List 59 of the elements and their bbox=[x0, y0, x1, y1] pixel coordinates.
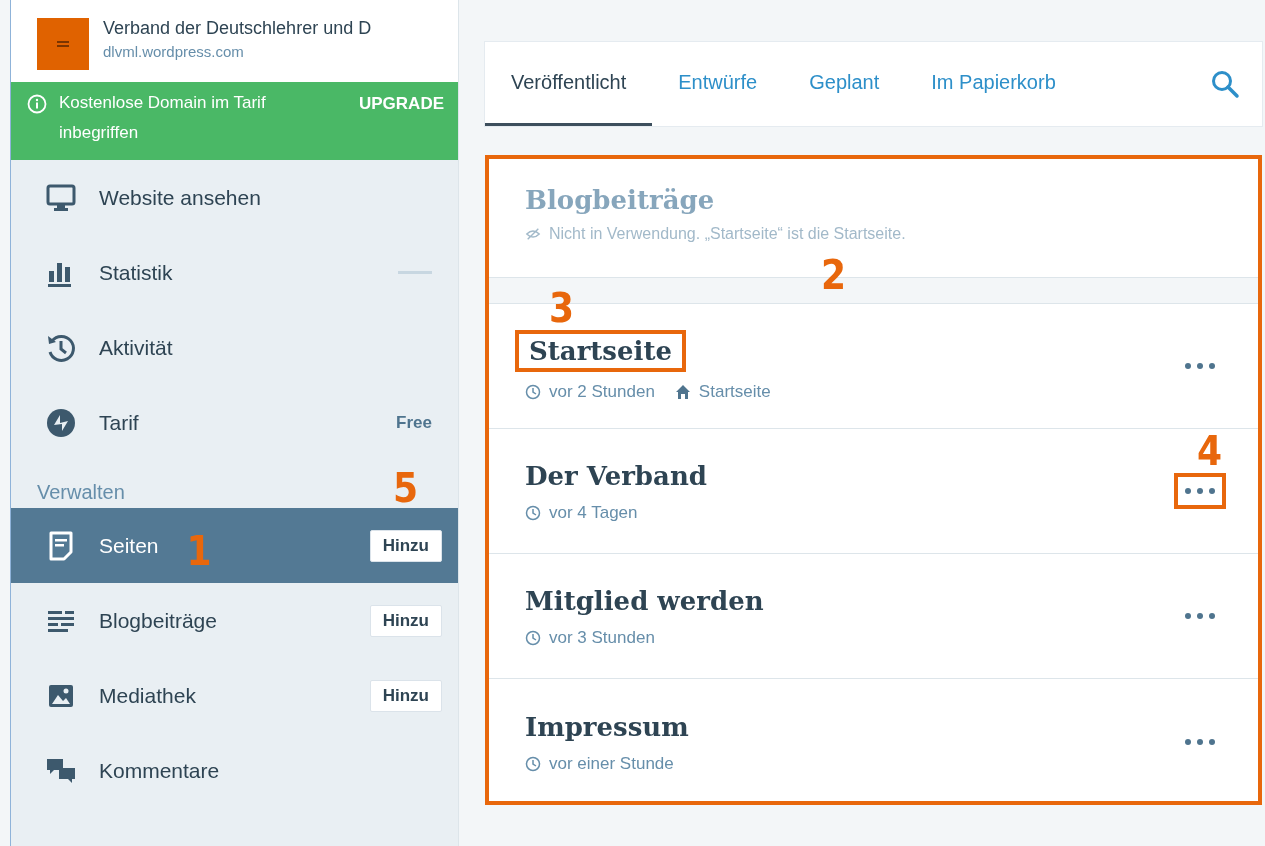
callout-number: 4 bbox=[1196, 431, 1222, 471]
tab[interactable]: Veröffentlicht bbox=[485, 42, 653, 126]
more-button[interactable] bbox=[1174, 473, 1226, 509]
front-page-label: Startseite bbox=[698, 382, 771, 402]
item-label: Statistik bbox=[99, 260, 173, 285]
clock-icon bbox=[525, 384, 541, 400]
sidebar-item[interactable]: Tarif Free bbox=[11, 385, 458, 460]
add-button[interactable]: Hinzu bbox=[369, 679, 442, 712]
sidebar-item[interactable]: Seiten 1 Hinzu bbox=[11, 508, 458, 583]
sidebar-item[interactable]: Mediathek Hinzu bbox=[11, 658, 458, 733]
sidebar-item[interactable]: Website ansehen bbox=[11, 160, 458, 235]
more-icon[interactable] bbox=[1184, 612, 1216, 620]
info-icon bbox=[27, 94, 47, 114]
page-title[interactable]: Der Verband bbox=[525, 459, 707, 493]
section-heading: Verwalten bbox=[37, 481, 125, 504]
more-icon bbox=[1184, 487, 1216, 495]
callout-number: 3 bbox=[549, 288, 575, 328]
plan-label: Free bbox=[396, 412, 432, 433]
item-label: Aktivität bbox=[99, 335, 173, 360]
site-name: Verband der Deutschlehrer und D bbox=[103, 18, 372, 39]
page-title[interactable]: Startseite bbox=[515, 330, 686, 372]
home-icon bbox=[674, 384, 691, 400]
item-label: Kommentare bbox=[99, 758, 220, 783]
page-time: vor 3 Stunden bbox=[549, 628, 655, 648]
tab[interactable]: Im Papierkorb bbox=[905, 42, 1082, 126]
page-time: vor 4 Tagen bbox=[549, 503, 638, 523]
add-button[interactable]: Hinzu bbox=[369, 529, 442, 562]
blog-posts-title: Blogbeiträge bbox=[525, 185, 716, 215]
tab[interactable]: Entwürfe bbox=[652, 42, 784, 126]
clock-icon bbox=[525, 505, 541, 521]
callout-number: 2 bbox=[821, 255, 847, 295]
sidebar-item[interactable]: Aktivität bbox=[11, 310, 458, 385]
lines-icon bbox=[55, 39, 71, 49]
item-label: Tarif bbox=[99, 410, 139, 435]
callout-number: 1 bbox=[186, 530, 212, 571]
more-icon[interactable] bbox=[1184, 362, 1216, 370]
item-label: Website ansehen bbox=[99, 185, 261, 210]
page-time: vor 2 Stunden bbox=[549, 382, 655, 402]
page-title[interactable]: Mitglied werden bbox=[525, 584, 764, 618]
clock-icon bbox=[525, 630, 541, 646]
search-icon[interactable] bbox=[1210, 69, 1240, 99]
item-label: Seiten bbox=[99, 533, 159, 558]
callout-number: 5 bbox=[392, 468, 418, 508]
sidebar-item[interactable]: Blogbeiträge Hinzu bbox=[11, 583, 458, 658]
page-title[interactable]: Impressum bbox=[525, 709, 689, 744]
item-label: Mediathek bbox=[99, 683, 196, 708]
tab[interactable]: Geplant bbox=[783, 42, 906, 126]
notice-text: Kostenlose Domain im Tarif inbegriffen bbox=[59, 92, 267, 144]
sidebar-item[interactable]: Kommentare bbox=[11, 733, 458, 808]
hidden-icon bbox=[525, 226, 541, 242]
add-button[interactable]: Hinzu bbox=[369, 604, 442, 637]
clock-icon bbox=[525, 755, 541, 772]
page-time: vor einer Stunde bbox=[549, 753, 674, 774]
blog-posts-note: Nicht in Verwendung. „Startseite“ ist die Startseite. bbox=[549, 225, 906, 243]
sidebar-item[interactable]: Statistik bbox=[11, 235, 458, 310]
plan-icon bbox=[45, 406, 77, 439]
site-url: dlvml.wordpress.com bbox=[103, 43, 245, 60]
item-label: Blogbeiträge bbox=[99, 608, 217, 633]
more-icon[interactable] bbox=[1184, 737, 1216, 746]
